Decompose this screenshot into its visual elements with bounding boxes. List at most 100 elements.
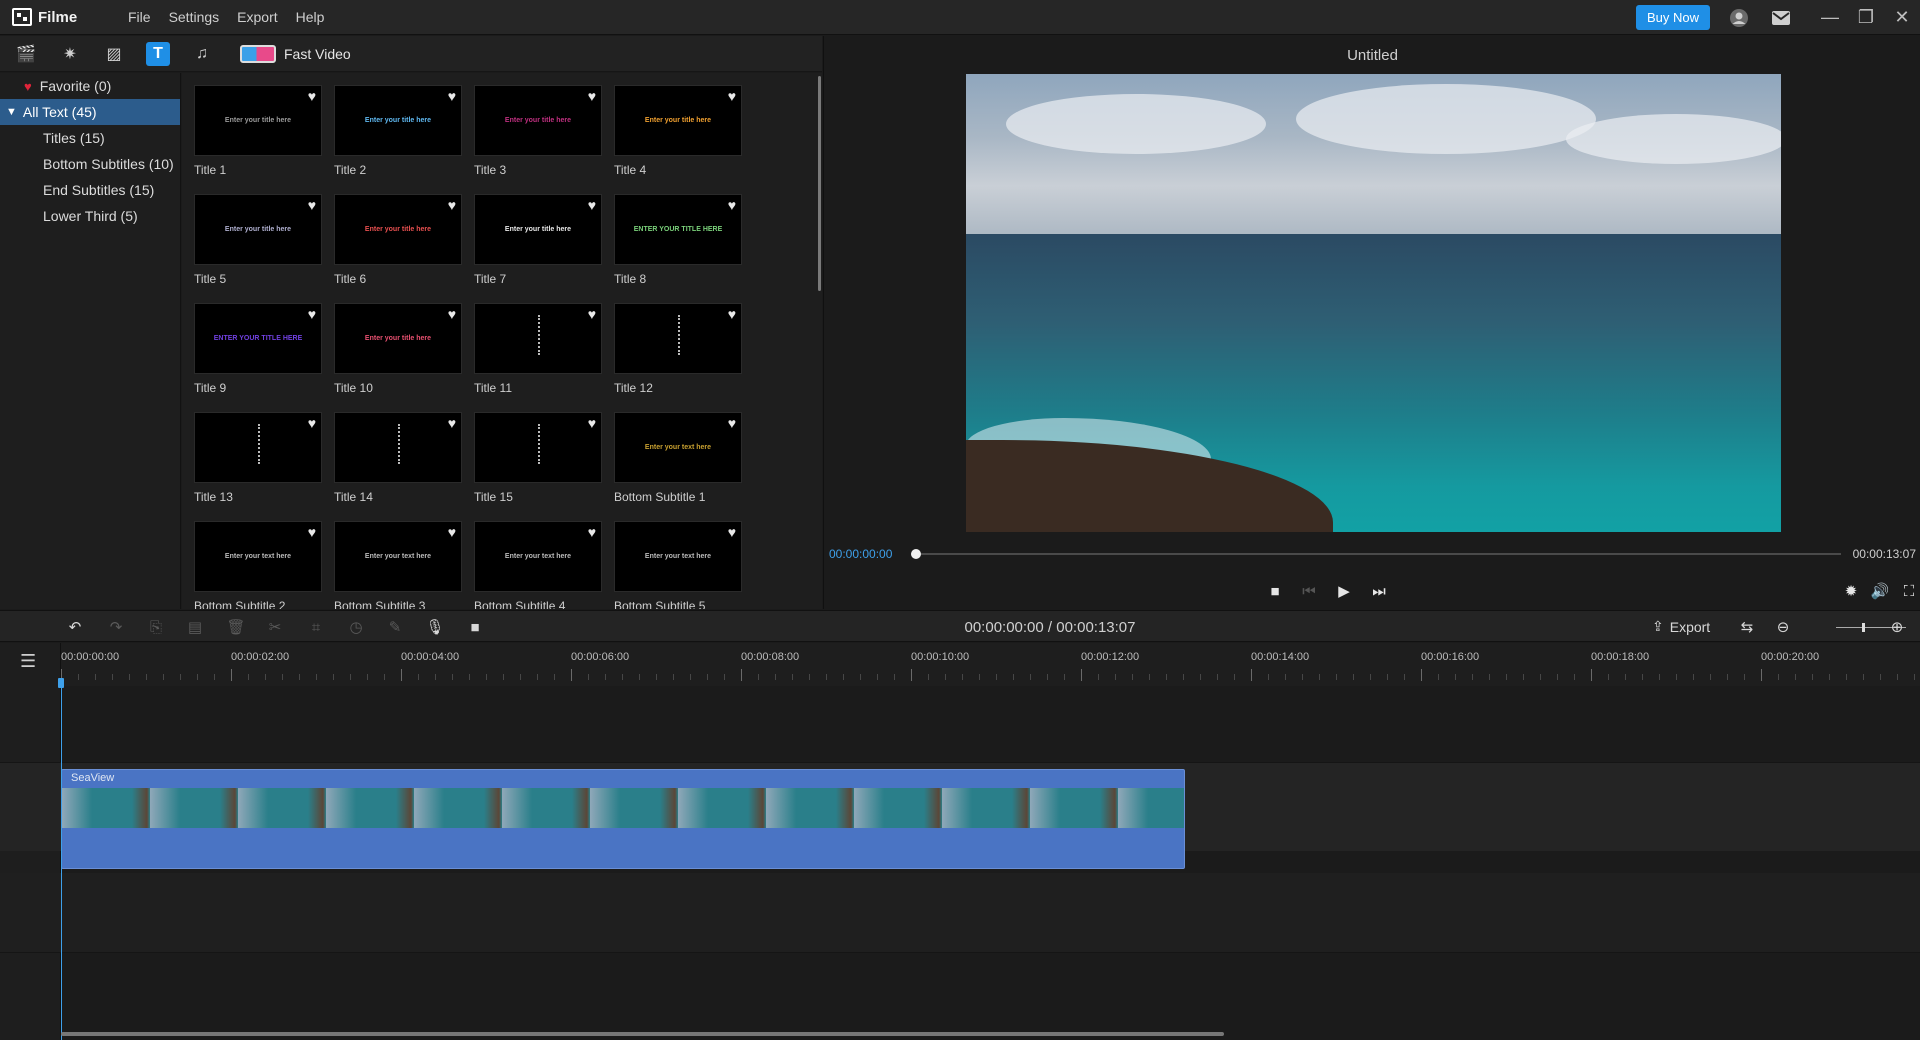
template-tile[interactable]: ♥ Title 15: [474, 412, 602, 504]
category-all-text[interactable]: ▼ All Text (45): [0, 99, 180, 125]
timeline-ruler[interactable]: 00:00:00:00 00:00:02:00 00:00:04:00 00:00:0…: [61, 643, 1920, 686]
zoom-out-icon[interactable]: ⊖: [1772, 616, 1794, 638]
template-tile[interactable]: Enter your title here ♥ Title 10: [334, 303, 462, 395]
split-icon[interactable]: ✂: [264, 616, 286, 638]
playhead[interactable]: [61, 686, 62, 1040]
menu-export[interactable]: Export: [237, 9, 277, 25]
scrub-track[interactable]: [911, 553, 1841, 555]
edit-pen-icon[interactable]: ✎: [384, 616, 406, 638]
template-tile[interactable]: Enter your title here ♥ Title 7: [474, 194, 602, 286]
favorite-heart-icon[interactable]: ♥: [588, 524, 596, 540]
ruler-tick: [1047, 674, 1048, 680]
paste-icon[interactable]: ▤: [184, 616, 206, 638]
delete-icon[interactable]: 🗑: [225, 616, 247, 638]
template-tile[interactable]: ♥ Title 11: [474, 303, 602, 395]
favorite-heart-icon[interactable]: ♥: [728, 88, 736, 104]
template-tile[interactable]: ♥ Title 12: [614, 303, 742, 395]
crop-icon[interactable]: ⌗: [305, 616, 327, 638]
template-tile[interactable]: Enter your title here ♥ Title 2: [334, 85, 462, 177]
scrub-handle[interactable]: [911, 549, 921, 559]
minimize-icon[interactable]: —: [1812, 0, 1848, 35]
favorite-heart-icon[interactable]: ♥: [728, 524, 736, 540]
undo-icon[interactable]: ↶: [64, 616, 86, 638]
volume-icon[interactable]: 🔊: [1869, 580, 1891, 602]
template-tile[interactable]: Enter your text here ♥ Bottom Subtitle 1: [614, 412, 742, 504]
restore-icon[interactable]: ❐: [1848, 0, 1884, 35]
microphone-icon[interactable]: 🎙: [424, 616, 446, 638]
zoom-slider-handle[interactable]: [1862, 623, 1865, 632]
menu-settings[interactable]: Settings: [169, 9, 220, 25]
play-icon[interactable]: ▶: [1333, 580, 1355, 602]
category-favorite[interactable]: ♥ Favorite (0): [0, 73, 180, 99]
template-tile[interactable]: Enter your title here ♥ Title 4: [614, 85, 742, 177]
fast-video-icon: [240, 44, 276, 63]
video-preview[interactable]: [966, 74, 1781, 532]
template-tile[interactable]: ENTER YOUR TITLE HERE ♥ Title 8: [614, 194, 742, 286]
effects-icon[interactable]: ✷: [58, 42, 82, 66]
favorite-heart-icon[interactable]: ♥: [308, 415, 316, 431]
favorite-heart-icon[interactable]: ♥: [448, 88, 456, 104]
mail-icon[interactable]: [1770, 7, 1792, 29]
template-tile[interactable]: ♥ Title 14: [334, 412, 462, 504]
favorite-heart-icon[interactable]: ♥: [448, 306, 456, 322]
media-clapper-icon[interactable]: 🎬: [14, 42, 38, 66]
favorite-heart-icon[interactable]: ♥: [448, 415, 456, 431]
favorite-heart-icon[interactable]: ♥: [308, 306, 316, 322]
template-tile[interactable]: Enter your title here ♥ Title 5: [194, 194, 322, 286]
template-tile[interactable]: Enter your title here ♥ Title 1: [194, 85, 322, 177]
favorite-heart-icon[interactable]: ♥: [308, 88, 316, 104]
zoom-in-icon[interactable]: ⊕: [1886, 616, 1908, 638]
template-tile[interactable]: ♥ Title 13: [194, 412, 322, 504]
template-tile[interactable]: Enter your text here ♥ Bottom Subtitle 5: [614, 521, 742, 609]
template-tile[interactable]: Enter your text here ♥ Bottom Subtitle 2: [194, 521, 322, 609]
favorite-heart-icon[interactable]: ♥: [728, 415, 736, 431]
fit-timeline-icon[interactable]: ⇆: [1736, 616, 1758, 638]
favorite-heart-icon[interactable]: ♥: [588, 306, 596, 322]
buy-now-button[interactable]: Buy Now: [1635, 5, 1710, 30]
redo-icon[interactable]: ↷: [105, 616, 127, 638]
stop-icon[interactable]: ■: [1264, 580, 1286, 602]
category-lower-third[interactable]: Lower Third (5): [0, 203, 180, 229]
category-end-subtitles[interactable]: End Subtitles (15): [0, 177, 180, 203]
template-tile[interactable]: Enter your title here ♥ Title 6: [334, 194, 462, 286]
favorite-heart-icon[interactable]: ♥: [308, 197, 316, 213]
template-thumbnail: Enter your text here ♥: [334, 521, 462, 592]
template-tile[interactable]: ENTER YOUR TITLE HERE ♥ Title 9: [194, 303, 322, 395]
favorite-heart-icon[interactable]: ♥: [308, 524, 316, 540]
prev-frame-icon[interactable]: ⏮: [1298, 580, 1320, 602]
category-titles[interactable]: Titles (15): [0, 125, 180, 151]
menu-file[interactable]: File: [128, 9, 151, 25]
favorite-heart-icon[interactable]: ♥: [588, 88, 596, 104]
video-clip[interactable]: SeaView: [61, 769, 1185, 869]
template-tile[interactable]: Enter your text here ♥ Bottom Subtitle 3: [334, 521, 462, 609]
settings-gear-icon[interactable]: ✹: [1840, 580, 1862, 602]
grid-scrollbar[interactable]: [818, 76, 821, 291]
track-menu-icon[interactable]: ☰: [20, 651, 36, 672]
fullscreen-icon[interactable]: ⛶: [1898, 580, 1920, 602]
transitions-icon[interactable]: ▨: [102, 42, 126, 66]
camera-record-icon[interactable]: ■: [464, 616, 486, 638]
ruler-time-label: 00:00:00:00: [61, 651, 120, 663]
music-icon[interactable]: ♫: [190, 42, 214, 66]
fast-video-button[interactable]: Fast Video: [240, 44, 351, 63]
text-icon[interactable]: T: [146, 41, 170, 66]
template-tile[interactable]: Enter your text here ♥ Bottom Subtitle 4: [474, 521, 602, 609]
close-icon[interactable]: ✕: [1884, 0, 1920, 35]
account-icon[interactable]: [1728, 7, 1750, 29]
export-button[interactable]: ⇪ Export: [1652, 618, 1710, 635]
speed-icon[interactable]: ◷: [345, 616, 367, 638]
menu-help[interactable]: Help: [296, 9, 325, 25]
category-bottom-subtitles[interactable]: Bottom Subtitles (10): [0, 151, 180, 177]
favorite-heart-icon[interactable]: ♥: [448, 197, 456, 213]
favorite-heart-icon[interactable]: ♥: [588, 197, 596, 213]
template-label: Bottom Subtitle 5: [614, 599, 706, 609]
next-frame-icon[interactable]: ⏭: [1368, 580, 1390, 602]
copy-icon[interactable]: ⎘: [145, 616, 167, 638]
favorite-heart-icon[interactable]: ♥: [728, 306, 736, 322]
ruler-tick: [1557, 674, 1558, 680]
favorite-heart-icon[interactable]: ♥: [728, 197, 736, 213]
favorite-heart-icon[interactable]: ♥: [448, 524, 456, 540]
template-tile[interactable]: Enter your title here ♥ Title 3: [474, 85, 602, 177]
favorite-heart-icon[interactable]: ♥: [588, 415, 596, 431]
timeline-scrollbar[interactable]: [61, 1032, 1224, 1036]
